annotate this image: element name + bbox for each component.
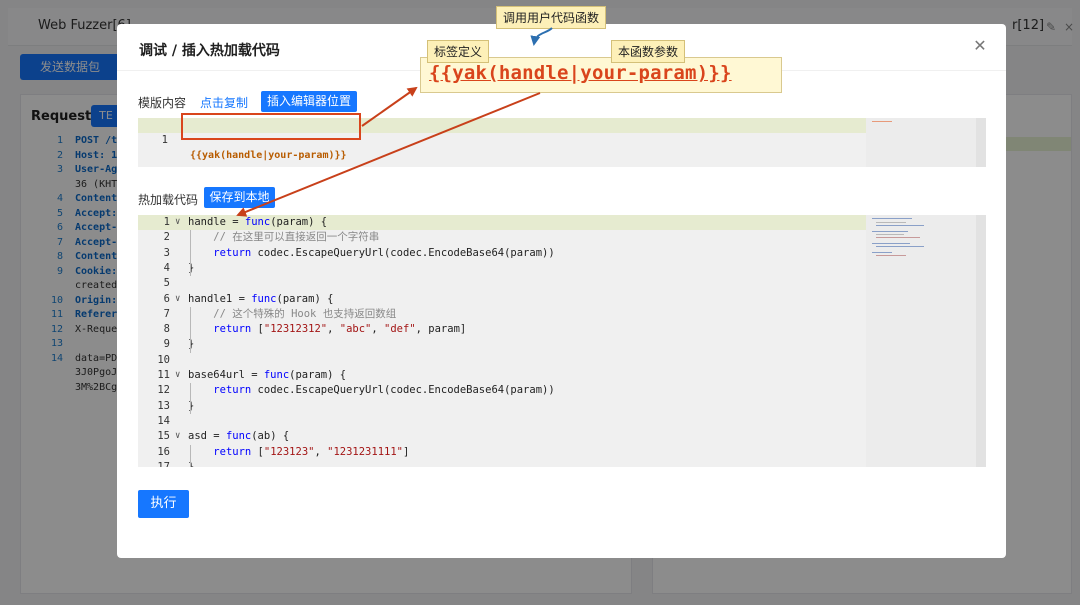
- hot-patch-dialog: 调试 / 插入热加载代码 ✕ 模版内容 点击复制 插入编辑器位置 1 {{yak…: [117, 24, 1006, 558]
- indent-guide: [190, 383, 191, 414]
- template-callout-box: [181, 113, 361, 140]
- annotation-func-param: 本函数参数: [611, 40, 686, 63]
- code-line: 7 // 这个特殊的 Hook 也支持返回数组: [138, 307, 866, 322]
- close-icon[interactable]: ✕: [970, 36, 990, 56]
- run-button[interactable]: 执行: [138, 490, 189, 518]
- line-number: 15: [157, 430, 170, 443]
- fold-chevron-icon[interactable]: ∨: [175, 292, 180, 307]
- code-text: handle1 = func(param) {: [188, 292, 334, 305]
- hot-code-editor[interactable]: 1 ∨ handle = func(param) { 2 // 在这里可以直接返回一个…: [138, 215, 986, 467]
- line-number: 12: [157, 384, 170, 397]
- code-line: 1 ∨ handle = func(param) {: [138, 215, 866, 230]
- code-line: 14: [138, 414, 866, 429]
- hot-code-label: 热加载代码: [138, 193, 199, 207]
- template-scrollbar[interactable]: [976, 118, 986, 167]
- copy-link[interactable]: 点击复制: [200, 94, 248, 111]
- save-local-button[interactable]: 保存到本地: [204, 187, 275, 208]
- code-line: 8 return ["12312312", "abc", "def", para…: [138, 322, 866, 337]
- code-line: 5: [138, 276, 866, 291]
- line-number: 14: [157, 414, 170, 427]
- line-number: 2: [163, 231, 170, 244]
- code-line: 3 return codec.EscapeQueryUrl(codec.Enco…: [138, 246, 866, 261]
- code-text: return ["123123", "1231231111"]: [213, 445, 410, 458]
- line-number: 8: [163, 323, 170, 336]
- code-line: 9}: [138, 337, 866, 352]
- line-number: 4: [163, 261, 170, 274]
- code-line: 11 ∨ base64url = func(param) {: [138, 368, 866, 383]
- code-text: return codec.EscapeQueryUrl(codec.Encode…: [213, 246, 555, 259]
- annotation-tag-def: 标签定义: [427, 40, 490, 63]
- code-line: 4}: [138, 261, 866, 276]
- line-number: 10: [157, 353, 170, 366]
- line-number: 16: [157, 445, 170, 458]
- line-number: 11: [157, 369, 170, 381]
- line-number: 17: [157, 460, 170, 467]
- code-text: base64url = func(param) {: [188, 369, 347, 381]
- code-line: 17}: [138, 460, 866, 467]
- fold-chevron-icon[interactable]: ∨: [175, 368, 180, 383]
- insert-at-cursor-button[interactable]: 插入编辑器位置: [261, 91, 357, 112]
- code-line: 2 // 在这里可以直接返回一个字符串: [138, 230, 866, 245]
- line-number: 5: [163, 277, 170, 290]
- fold-chevron-icon[interactable]: ∨: [175, 215, 180, 230]
- line-number: 13: [157, 399, 170, 412]
- code-line: 12 return codec.EscapeQueryUrl(codec.Enc…: [138, 383, 866, 398]
- code-scrollbar[interactable]: [976, 215, 986, 467]
- indent-guide: [190, 306, 191, 353]
- code-line: 15 ∨ asd = func(ab) {: [138, 429, 866, 444]
- fold-chevron-icon[interactable]: ∨: [175, 429, 180, 444]
- code-text: }: [188, 261, 195, 274]
- line-number: 9: [163, 338, 170, 351]
- line-number: 1: [161, 134, 168, 146]
- code-text: handle = func(param) {: [188, 216, 328, 228]
- line-number: 3: [163, 246, 170, 259]
- line-number: 6: [163, 292, 170, 305]
- indent-guide: [190, 230, 191, 277]
- code-text: // 这个特殊的 Hook 也支持返回数组: [213, 307, 397, 320]
- annotation-code: {{yak(handle|your-param)}}: [429, 62, 732, 84]
- code-text: }: [188, 460, 195, 467]
- template-minimap: [866, 118, 976, 167]
- code-text: }: [188, 338, 195, 351]
- code-text: // 在这里可以直接返回一个字符串: [213, 231, 380, 244]
- line-number: 7: [163, 307, 170, 320]
- code-text: asd = func(ab) {: [188, 430, 290, 443]
- code-line: 6 ∨ handle1 = func(param) {: [138, 292, 866, 307]
- code-minimap: [866, 215, 976, 467]
- code-text: return codec.EscapeQueryUrl(codec.Encode…: [213, 384, 555, 397]
- template-code: {{yak(handle|your-param)}}: [190, 150, 347, 161]
- line-number: 1: [163, 216, 170, 228]
- code-line: 10: [138, 353, 866, 368]
- annotation-call-user-func: 调用用户代码函数: [496, 6, 607, 29]
- indent-guide: [190, 444, 191, 467]
- code-text: }: [188, 399, 195, 412]
- template-label: 模版内容: [138, 96, 187, 110]
- code-text: return ["12312312", "abc", "def", param]: [213, 323, 467, 336]
- code-line: 13}: [138, 399, 866, 414]
- dialog-title: 调试 / 插入热加载代码: [139, 43, 280, 59]
- code-line: 16 return ["123123", "1231231111"]: [138, 445, 866, 460]
